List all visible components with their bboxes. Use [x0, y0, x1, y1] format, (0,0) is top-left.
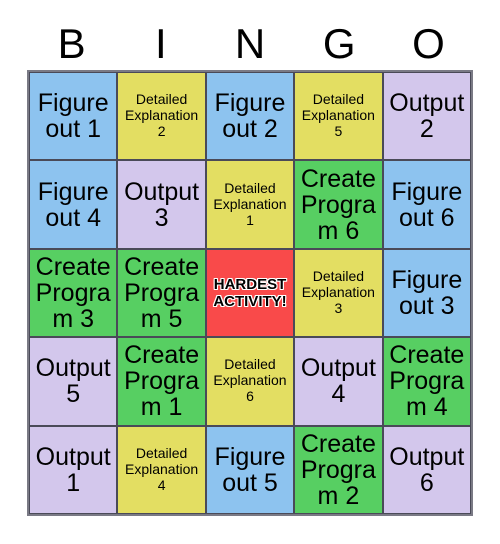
- bingo-cell[interactable]: Create Program 2: [294, 425, 383, 514]
- bingo-cell[interactable]: Figure out 6: [382, 160, 471, 249]
- bingo-cell-label: Create Program 3: [35, 252, 111, 333]
- bingo-cell-label: Detailed Explanation 3: [301, 268, 375, 316]
- bingo-cell-label: Output 6: [389, 442, 465, 497]
- bingo-cell-label: Output 4: [300, 354, 376, 409]
- bingo-cell-label: Figure out 6: [391, 177, 463, 232]
- bingo-cell[interactable]: Figure out 2: [205, 72, 295, 161]
- bingo-cell[interactable]: Figure out 1: [29, 72, 118, 161]
- bingo-cell-label: Output 2: [389, 89, 465, 144]
- bingo-card: B I N G O Figure out 1 Detailed Explanati…: [0, 0, 500, 544]
- bingo-cell[interactable]: Create Program 4: [382, 337, 471, 426]
- bingo-header-letter-i: I: [154, 20, 167, 67]
- bingo-cell-label: Create Program 6: [300, 164, 376, 245]
- bingo-cell[interactable]: Detailed Explanation 4: [117, 425, 206, 514]
- bingo-cell[interactable]: Detailed Explanation 1: [205, 160, 295, 249]
- bingo-cell[interactable]: Create Program 5: [117, 248, 206, 338]
- bingo-cell-label: Create Program 2: [300, 429, 376, 510]
- bingo-cell-label: Detailed Explanation 2: [125, 91, 199, 140]
- bingo-cell-label: Detailed Explanation 4: [125, 444, 199, 493]
- bingo-header-letter-b: B: [57, 20, 86, 67]
- bingo-cell[interactable]: Output 1: [29, 425, 118, 514]
- bingo-cell[interactable]: Detailed Explanation 6: [205, 337, 295, 426]
- bingo-cell-label: Create Program 1: [124, 341, 200, 422]
- bingo-cell[interactable]: Output 6: [382, 425, 471, 514]
- bingo-cell-label: Detailed Explanation 5: [301, 91, 375, 140]
- bingo-free-space-cell[interactable]: HARDEST ACTIVITY!: [205, 248, 295, 338]
- bingo-cell[interactable]: Figure out 4: [29, 160, 118, 249]
- bingo-cell[interactable]: Create Program 1: [117, 337, 206, 426]
- bingo-cell-label: Output 5: [35, 354, 111, 409]
- bingo-cell-label: Detailed Explanation 1: [213, 179, 287, 228]
- bingo-cell-label: Figure out 4: [37, 177, 109, 232]
- bingo-header-row: B I N G O: [27, 18, 473, 70]
- bingo-header-letter-n: N: [234, 20, 266, 67]
- bingo-cell-label: Figure out 2: [214, 89, 286, 144]
- bingo-cell[interactable]: Output 3: [117, 160, 206, 249]
- bingo-cell-label: Figure out 5: [214, 442, 286, 497]
- bingo-cell-label: Create Program 5: [124, 252, 200, 333]
- bingo-cell-label: Figure out 1: [37, 89, 109, 144]
- bingo-cell-label: Output 3: [124, 177, 200, 232]
- bingo-cell-label: Output 1: [35, 442, 111, 497]
- bingo-cell-label: Create Program 4: [389, 341, 465, 422]
- bingo-cell[interactable]: Figure out 3: [382, 248, 471, 338]
- bingo-cell[interactable]: Create Program 3: [29, 248, 118, 338]
- bingo-cell-label: Detailed Explanation 6: [213, 356, 287, 405]
- bingo-cell[interactable]: Figure out 5: [205, 425, 295, 514]
- bingo-cell[interactable]: Output 2: [382, 72, 471, 161]
- bingo-cell[interactable]: Detailed Explanation 5: [294, 72, 383, 161]
- bingo-header-letter-g: G: [322, 20, 356, 67]
- bingo-cell[interactable]: Create Program 6: [294, 160, 383, 249]
- bingo-cell[interactable]: Output 4: [294, 337, 383, 426]
- bingo-header-letter-o: O: [412, 20, 445, 67]
- bingo-cell[interactable]: Detailed Explanation 2: [117, 72, 206, 161]
- bingo-cell[interactable]: Detailed Explanation 3: [294, 248, 383, 338]
- bingo-cell[interactable]: Output 5: [29, 337, 118, 426]
- bingo-grid: Figure out 1 Detailed Explanation 2 Figure…: [27, 70, 473, 516]
- bingo-cell-label: HARDEST ACTIVITY!: [213, 275, 287, 310]
- bingo-cell-label: Figure out 3: [391, 265, 463, 320]
